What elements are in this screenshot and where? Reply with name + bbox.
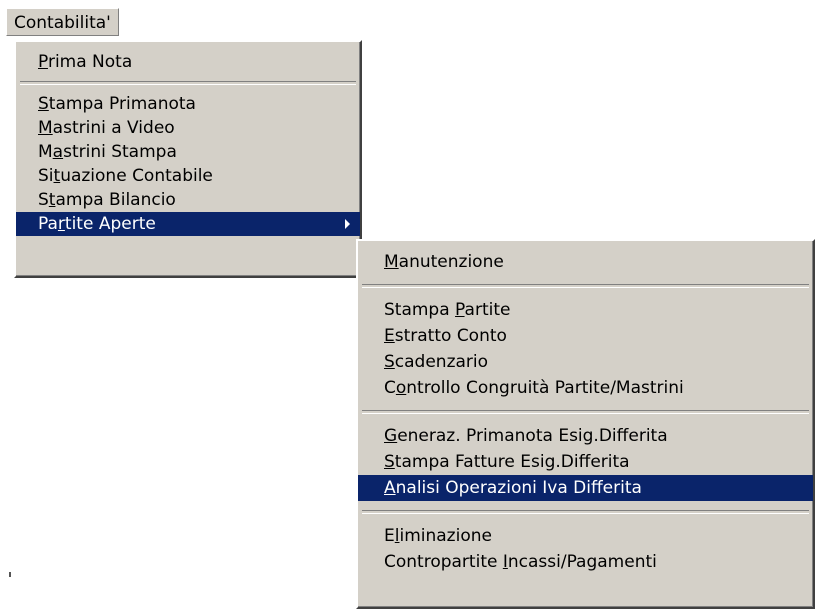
menu-item-partite-aperte[interactable]: Partite Aperte — [16, 212, 360, 236]
submenu-arrow-icon — [345, 219, 350, 229]
menu-item-situazione-contabile[interactable]: Situazione Contabile — [16, 164, 360, 188]
menu-item-stampa-fatture[interactable]: Stampa Fatture Esig.Differita — [358, 449, 813, 475]
menu-item-stampa-bilancio[interactable]: Stampa Bilancio — [16, 188, 360, 212]
menu-item-stampa-primanota[interactable]: Stampa Primanota — [16, 92, 360, 116]
menu-item-scadenzario[interactable]: Scadenzario — [358, 349, 813, 375]
menu-item-stampa-partite[interactable]: Stampa Partite — [358, 297, 813, 323]
menu-separator — [362, 410, 809, 414]
contabilita-dropdown: Prima Nota Stampa Primanota Mastrini a V… — [14, 40, 362, 278]
menu-item-manutenzione[interactable]: Manutenzione — [358, 249, 813, 275]
menu-item-estratto-conto[interactable]: Estratto Conto — [358, 323, 813, 349]
background-artifact — [9, 572, 11, 577]
menu-item-controllo-congruita[interactable]: Controllo Congruità Partite/Mastrini — [358, 375, 813, 401]
menu-separator — [20, 81, 356, 85]
menu-item-eliminazione[interactable]: Eliminazione — [358, 523, 813, 549]
partite-aperte-submenu: Manutenzione Stampa Partite Estratto Con… — [356, 239, 815, 609]
menu-item-analisi-operazioni-iva[interactable]: Analisi Operazioni Iva Differita — [358, 475, 813, 501]
menu-separator — [362, 510, 809, 514]
menu-item-prima-nota[interactable]: Prima Nota — [16, 50, 360, 74]
menu-contabilita[interactable]: Contabilita' — [6, 8, 119, 36]
menu-item-mastrini-stampa[interactable]: Mastrini Stampa — [16, 140, 360, 164]
menu-contabilita-label: Contabilita' — [14, 13, 111, 33]
menu-item-contropartite[interactable]: Contropartite Incassi/Pagamenti — [358, 549, 813, 575]
menu-separator — [362, 284, 809, 288]
menu-item-mastrini-a-video[interactable]: Mastrini a Video — [16, 116, 360, 140]
menu-item-generaz-primanota[interactable]: Generaz. Primanota Esig.Differita — [358, 423, 813, 449]
